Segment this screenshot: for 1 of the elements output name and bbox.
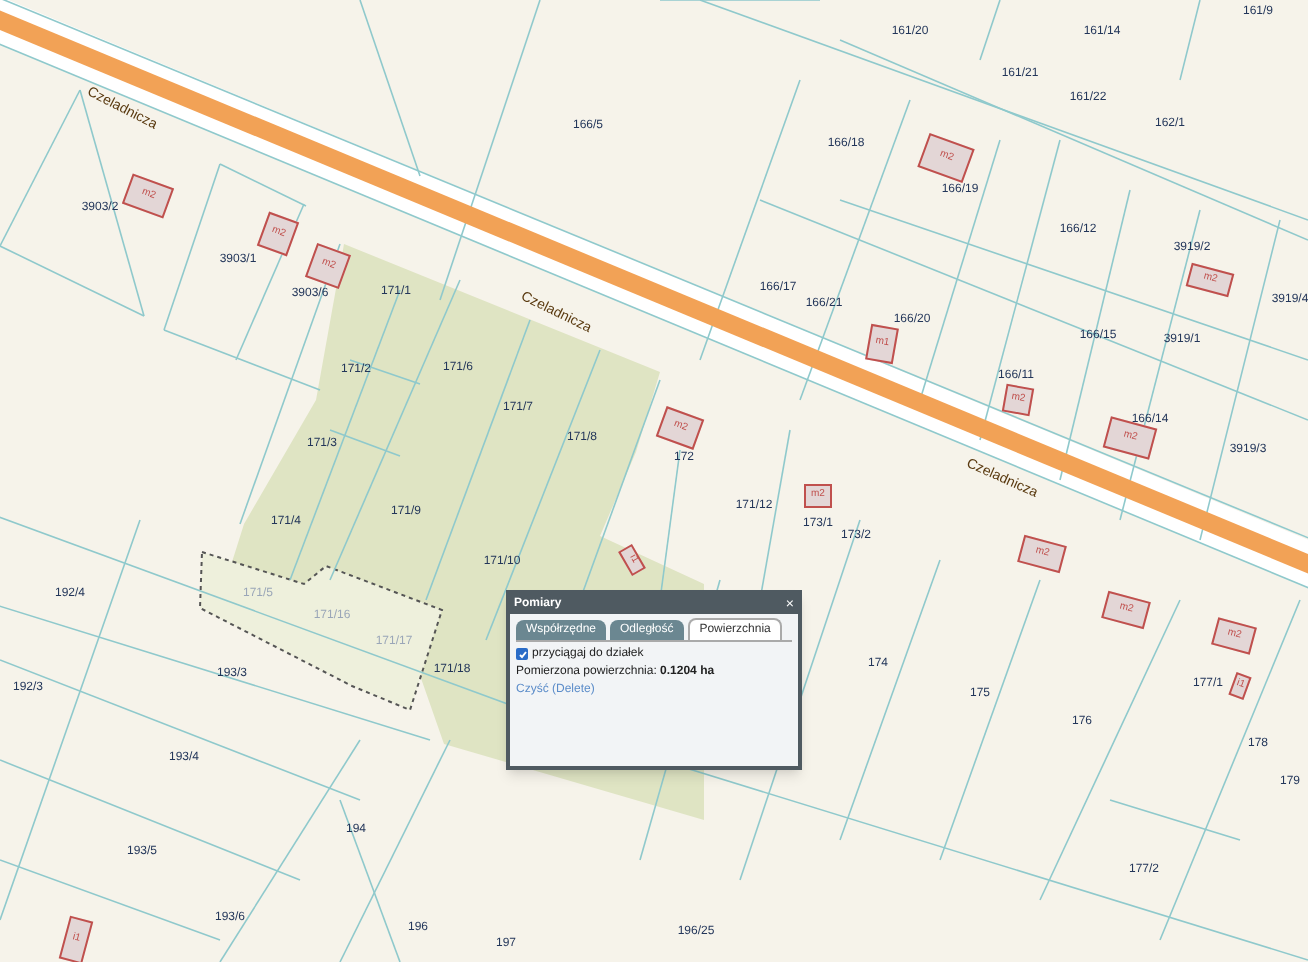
checkbox[interactable] bbox=[516, 648, 528, 660]
